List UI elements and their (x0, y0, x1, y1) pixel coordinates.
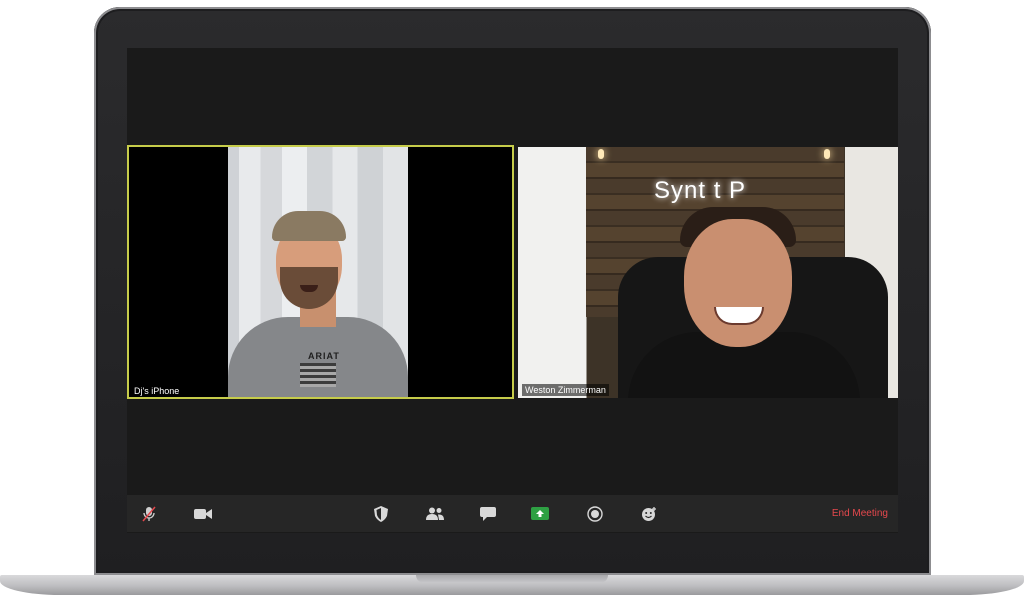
shirt-flag (300, 363, 336, 387)
video-icon (194, 508, 212, 519)
mute-button[interactable] (139, 495, 159, 532)
security-button[interactable] (371, 495, 391, 532)
chat-button[interactable] (477, 495, 499, 532)
participants-button[interactable] (423, 495, 447, 532)
record-button[interactable] (585, 495, 605, 532)
video-light (824, 149, 830, 159)
participant-video-feed: ARIAT (228, 147, 408, 397)
laptop-notch (416, 575, 608, 583)
reactions-icon (642, 506, 656, 521)
participant-name-label: Dj's iPhone (131, 385, 183, 397)
video-tile-participant-2[interactable]: Synt t P Weston Zimmerman (518, 147, 898, 398)
shirt-brand-text: ARIAT (308, 351, 340, 361)
reactions-button[interactable] (639, 495, 659, 532)
participants-icon (426, 507, 444, 520)
end-meeting-button[interactable]: End Meeting (832, 495, 888, 532)
meeting-toolbar: End Meeting (127, 495, 898, 532)
chat-icon (480, 506, 496, 521)
mic-muted-icon (142, 506, 156, 521)
participant-name-label: Weston Zimmerman (522, 384, 609, 396)
zoom-meeting-window: ARIAT Dj's iPhone Synt t P Weston Zimmer… (127, 48, 898, 533)
record-icon (587, 505, 603, 522)
video-face (684, 219, 792, 347)
security-shield-icon (374, 505, 388, 522)
video-button[interactable] (193, 495, 213, 532)
video-cap (272, 211, 346, 241)
video-tile-participant-1[interactable]: ARIAT Dj's iPhone (127, 145, 514, 399)
share-screen-button[interactable] (529, 495, 551, 532)
wall-sign-text: Synt t P (654, 177, 747, 204)
video-light (598, 149, 604, 159)
share-screen-icon (531, 507, 549, 520)
